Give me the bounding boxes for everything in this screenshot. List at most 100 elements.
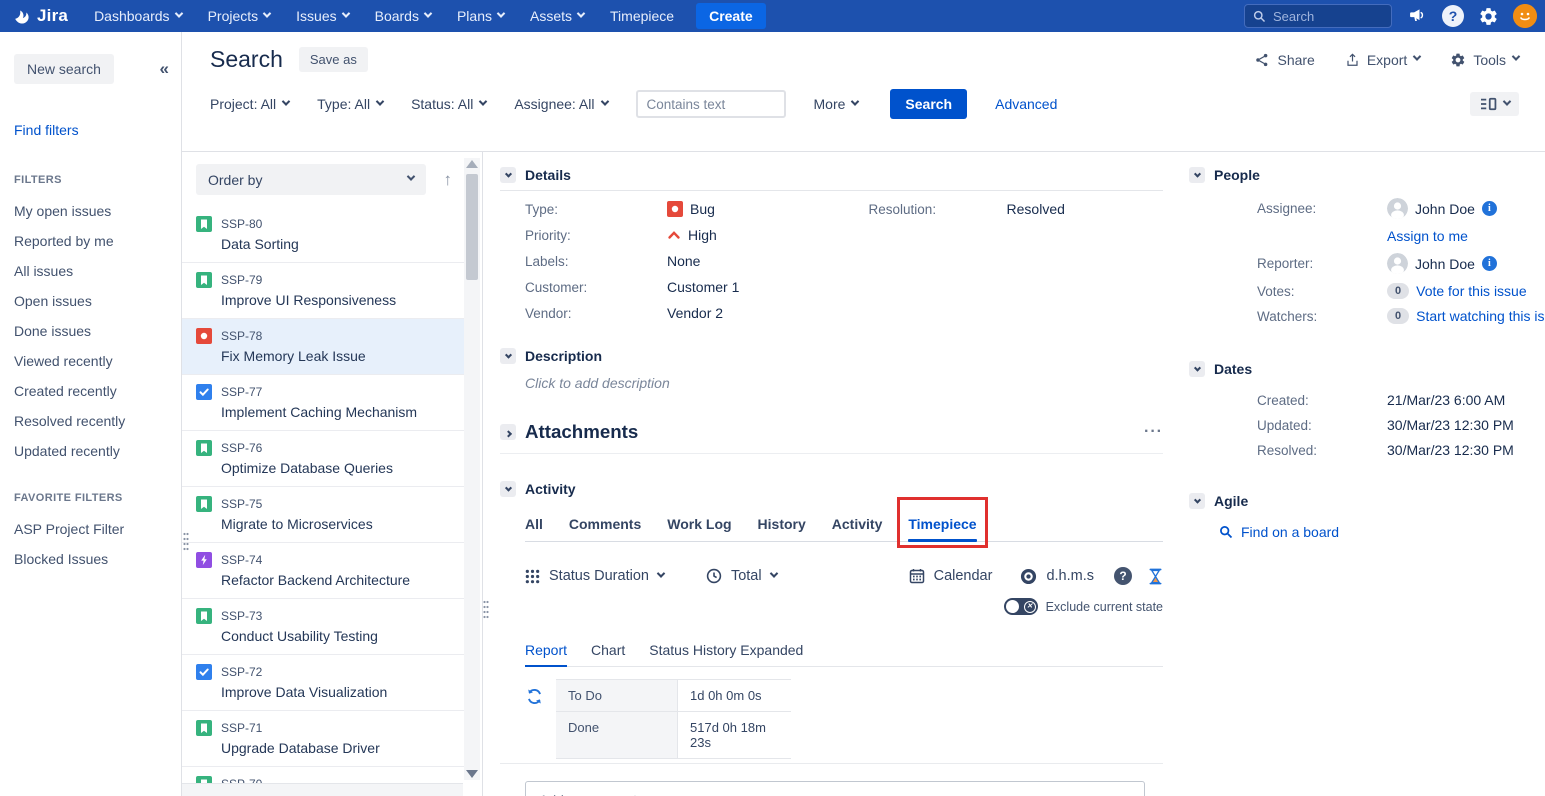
collapse-people-icon[interactable] — [1189, 167, 1205, 183]
collapse-dates-icon[interactable] — [1189, 361, 1205, 377]
total-dropdown[interactable]: Total — [706, 568, 777, 584]
assign-to-me-link[interactable]: Assign to me — [1387, 228, 1545, 244]
sort-ascending-icon[interactable]: ↑ — [444, 170, 453, 190]
nav-dashboards[interactable]: Dashboards — [94, 8, 182, 24]
exclude-current-state-toggle[interactable]: ✕ — [1004, 598, 1038, 615]
scroll-up-icon[interactable] — [466, 160, 478, 168]
issue-row-ssp-71[interactable]: SSP-71 Upgrade Database Driver — [182, 711, 464, 767]
issue-row-ssp-80[interactable]: SSP-80 Data Sorting — [182, 207, 464, 263]
watchers-count-badge: 0 — [1387, 308, 1409, 324]
scrollbar-thumb[interactable] — [466, 174, 478, 280]
nav-boards[interactable]: Boards — [375, 8, 431, 24]
collapse-description-icon[interactable] — [500, 348, 516, 364]
global-search[interactable] — [1244, 4, 1392, 28]
nav-plans[interactable]: Plans — [457, 8, 504, 24]
profile-button[interactable] — [1513, 4, 1537, 28]
project-filter-dropdown[interactable]: Project: All — [210, 96, 289, 112]
detail-resize-handle[interactable] — [483, 600, 489, 627]
settings-button[interactable] — [1478, 6, 1499, 27]
nav-issues[interactable]: Issues — [296, 8, 348, 24]
sidebar-item-done-issues[interactable]: Done issues — [14, 316, 169, 346]
issue-row-ssp-73[interactable]: SSP-73 Conduct Usability Testing — [182, 599, 464, 655]
grid-icon — [525, 569, 540, 584]
issue-row-ssp-77[interactable]: SSP-77 Implement Caching Mechanism — [182, 375, 464, 431]
sidebar-item-reported-by-me[interactable]: Reported by me — [14, 226, 169, 256]
sidebar-item-my-open-issues[interactable]: My open issues — [14, 196, 169, 226]
hourglass-button[interactable] — [1148, 568, 1163, 585]
tab-chart[interactable]: Chart — [591, 639, 625, 666]
issue-list-scrollbar[interactable] — [464, 158, 480, 780]
announcements-button[interactable] — [1406, 6, 1428, 26]
chevron-down-icon — [341, 9, 349, 17]
new-search-button[interactable]: New search — [14, 54, 114, 84]
help-icon: ? — [1442, 5, 1464, 27]
story-icon — [196, 272, 212, 288]
timepiece-help-button[interactable]: ? — [1114, 567, 1132, 585]
tab-activity[interactable]: Activity — [832, 512, 883, 541]
jira-logo[interactable]: Jira — [12, 6, 68, 26]
share-button[interactable]: Share — [1254, 52, 1314, 68]
sidebar-item-resolved-recently[interactable]: Resolved recently — [14, 406, 169, 436]
tab-timepiece[interactable]: Timepiece — [908, 512, 976, 541]
tab-comments[interactable]: Comments — [569, 512, 641, 541]
nav-assets[interactable]: Assets — [530, 8, 584, 24]
sidebar-item-updated-recently[interactable]: Updated recently — [14, 436, 169, 466]
tools-button[interactable]: Tools — [1450, 52, 1519, 68]
create-button[interactable]: Create — [696, 3, 766, 29]
issue-row-ssp-78-selected[interactable]: SSP-78 Fix Memory Leak Issue — [182, 319, 464, 375]
tab-all[interactable]: All — [525, 512, 543, 541]
find-filters-link[interactable]: Find filters — [14, 122, 169, 138]
issue-row-ssp-72[interactable]: SSP-72 Improve Data Visualization — [182, 655, 464, 711]
sidebar-item-open-issues[interactable]: Open issues — [14, 286, 169, 316]
search-button[interactable]: Search — [890, 89, 967, 119]
sidebar-item-blocked-issues[interactable]: Blocked Issues — [14, 544, 169, 574]
tab-report[interactable]: Report — [525, 639, 567, 666]
help-button[interactable]: ? — [1442, 5, 1464, 27]
scroll-down-icon[interactable] — [466, 770, 478, 778]
issue-row-ssp-79[interactable]: SSP-79 Improve UI Responsiveness — [182, 263, 464, 319]
sidebar-item-viewed-recently[interactable]: Viewed recently — [14, 346, 169, 376]
status-filter-dropdown[interactable]: Status: All — [411, 96, 486, 112]
dhms-format-button[interactable]: d.h.m.s — [1020, 568, 1094, 585]
global-search-input[interactable] — [1273, 9, 1383, 24]
sidebar-item-created-recently[interactable]: Created recently — [14, 376, 169, 406]
attachments-more-button[interactable]: ··· — [1144, 423, 1163, 441]
tab-status-history-expanded[interactable]: Status History Expanded — [649, 639, 803, 666]
collapse-activity-icon[interactable] — [500, 481, 516, 497]
tab-history[interactable]: History — [758, 512, 806, 541]
collapse-agile-icon[interactable] — [1189, 493, 1205, 509]
issue-row-ssp-75[interactable]: SSP-75 Migrate to Microservices — [182, 487, 464, 543]
collapse-details-icon[interactable] — [500, 167, 516, 183]
type-filter-dropdown[interactable]: Type: All — [317, 96, 383, 112]
find-on-board-link[interactable]: Find on a board — [1241, 524, 1339, 540]
tab-work-log[interactable]: Work Log — [667, 512, 731, 541]
sidebar-item-all-issues[interactable]: All issues — [14, 256, 169, 286]
expand-attachments-icon[interactable] — [500, 424, 516, 440]
issue-row-ssp-76[interactable]: SSP-76 Optimize Database Queries — [182, 431, 464, 487]
advanced-search-link[interactable]: Advanced — [995, 96, 1057, 112]
description-placeholder[interactable]: Click to add description — [500, 371, 1163, 393]
task-icon — [196, 384, 212, 400]
save-as-button[interactable]: Save as — [299, 47, 368, 72]
nav-projects[interactable]: Projects — [208, 8, 271, 24]
more-filters-dropdown[interactable]: More — [814, 96, 859, 112]
start-watching-link[interactable]: Start watching this issue — [1416, 308, 1545, 324]
assignee-filter-dropdown[interactable]: Assignee: All — [514, 96, 607, 112]
export-button[interactable]: Export — [1345, 52, 1420, 68]
panel-resize-handle[interactable] — [183, 532, 189, 559]
info-icon[interactable]: i — [1482, 201, 1497, 216]
calendar-button[interactable]: Calendar — [909, 568, 993, 584]
contains-text-input[interactable] — [636, 90, 786, 118]
vote-link[interactable]: Vote for this issue — [1416, 283, 1527, 299]
order-by-dropdown[interactable]: Order by — [196, 164, 426, 195]
info-icon[interactable]: i — [1482, 256, 1497, 271]
status-duration-dropdown[interactable]: Status Duration — [525, 568, 664, 584]
reporter-label: Reporter: — [1257, 256, 1387, 271]
view-switcher-button[interactable] — [1470, 92, 1519, 116]
issue-row-ssp-74[interactable]: SSP-74 Refactor Backend Architecture — [182, 543, 464, 599]
refresh-icon[interactable] — [525, 687, 544, 706]
add-comment-input[interactable] — [525, 781, 1145, 796]
collapse-sidebar-icon[interactable]: « — [160, 59, 169, 79]
sidebar-item-asp-project-filter[interactable]: ASP Project Filter — [14, 514, 169, 544]
nav-timepiece[interactable]: Timepiece — [610, 8, 674, 24]
